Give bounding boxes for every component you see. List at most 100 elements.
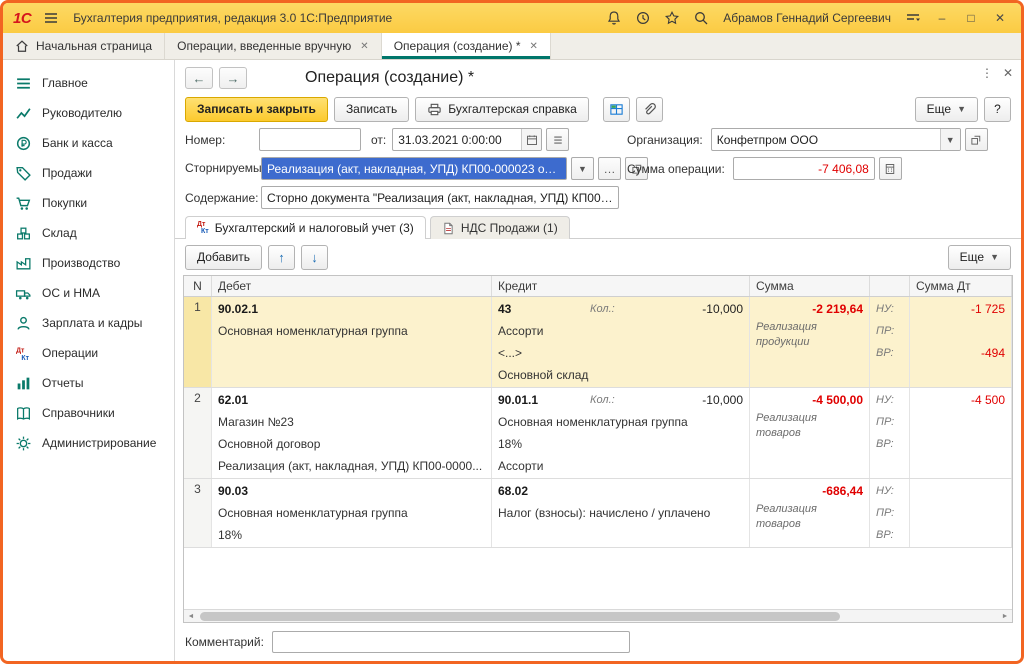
organization-combo[interactable]: Конфетпром ООО ▼ — [711, 128, 961, 151]
show-postings-button[interactable] — [603, 97, 630, 122]
operations-icon: ДтКт — [15, 345, 32, 362]
add-row-label: Добавить — [197, 250, 250, 264]
history-icon[interactable] — [632, 7, 654, 29]
tax-flags-cell: НУ: ПР: ВР: — [870, 388, 910, 478]
scroll-thumb[interactable] — [200, 612, 840, 621]
paperclip-icon — [642, 102, 657, 117]
sidebar-item-production[interactable]: Производство — [3, 248, 174, 278]
more-button[interactable]: Еще▼ — [915, 97, 978, 122]
attachments-button[interactable] — [636, 97, 663, 122]
sidebar-item-operations[interactable]: ДтКт Операции — [3, 338, 174, 368]
tab-close-icon[interactable]: ✕ — [360, 41, 368, 52]
sum-cell: -686,44 Реализация товаров — [750, 479, 870, 547]
comment-input[interactable] — [272, 631, 630, 653]
table-row[interactable]: 3 90.03 Основная номенклатурная группа 1… — [184, 479, 1012, 548]
content-input[interactable]: Сторно документа "Реализация (акт, накла… — [261, 186, 619, 209]
form-close-icon[interactable]: ✕ — [1003, 66, 1013, 80]
more-label: Еще — [927, 102, 951, 116]
sidebar-item-label: Производство — [42, 256, 120, 270]
save-button[interactable]: Записать — [334, 97, 409, 122]
header-credit[interactable]: Кредит — [492, 276, 750, 296]
favorites-star-icon[interactable] — [661, 7, 683, 29]
tab-close-icon[interactable]: ✕ — [530, 41, 538, 52]
comment-row: Комментарий: — [175, 623, 1021, 661]
organization-label: Организация: — [627, 133, 703, 147]
detail-tabs: ДтКт Бухгалтерский и налоговый учет (3) … — [175, 211, 1021, 239]
service-menu-icon[interactable] — [902, 7, 924, 29]
sidebar-item-purchases[interactable]: Покупки — [3, 188, 174, 218]
table-row[interactable]: 2 62.01 Магазин №23 Основной договор Реа… — [184, 388, 1012, 479]
tab-label: Операции, введенные вручную — [177, 39, 351, 53]
document-icon — [442, 222, 455, 235]
header-sum-dt[interactable]: Сумма Дт — [910, 276, 1012, 296]
close-button[interactable]: ✕ — [989, 8, 1011, 28]
sales-icon — [15, 165, 32, 182]
grid-more-label: Еще — [960, 250, 984, 264]
home-icon — [15, 39, 29, 53]
sidebar-item-reports[interactable]: Отчеты — [3, 368, 174, 398]
storno-dropdown-button[interactable]: ▼ — [571, 157, 594, 180]
tab-operation-create[interactable]: Операция (создание) * ✕ — [382, 33, 551, 59]
form-menu-icon[interactable]: ⋮ — [981, 66, 993, 80]
bank-icon — [15, 135, 32, 152]
operation-amount-label: Сумма операции: — [627, 162, 725, 176]
forward-button[interactable]: → — [219, 67, 247, 89]
organization-open-button[interactable] — [965, 128, 988, 151]
search-icon[interactable] — [690, 7, 712, 29]
header-n[interactable]: N — [184, 276, 212, 296]
move-up-button[interactable]: ↑ — [268, 245, 295, 270]
storno-choose-button[interactable]: … — [598, 157, 621, 180]
table-row[interactable]: 1 90.02.1 Основная номенклатурная группа… — [184, 297, 1012, 388]
chevron-down-icon[interactable]: ▼ — [940, 129, 960, 150]
sidebar-item-bank-cash[interactable]: Банк и касса — [3, 128, 174, 158]
sidebar-item-sales[interactable]: Продажи — [3, 158, 174, 188]
scroll-track[interactable] — [198, 610, 998, 622]
back-button[interactable]: ← — [185, 67, 213, 89]
sidebar-item-label: Главное — [42, 76, 88, 90]
maximize-button[interactable]: □ — [960, 8, 982, 28]
tab-vat-sales[interactable]: НДС Продажи (1) — [430, 216, 570, 239]
grid-more-button[interactable]: Еще▼ — [948, 245, 1011, 270]
date-label: от: — [371, 133, 386, 147]
operation-amount-input[interactable]: -7 406,08 — [733, 157, 875, 180]
tab-home[interactable]: Начальная страница — [3, 33, 165, 59]
sidebar-item-salary-staff[interactable]: Зарплата и кадры — [3, 308, 174, 338]
calculator-icon[interactable] — [879, 157, 902, 180]
number-input[interactable] — [259, 128, 361, 151]
hamburger-menu-icon[interactable] — [40, 7, 62, 29]
minimize-button[interactable]: – — [931, 8, 953, 28]
sidebar-item-fixed-assets[interactable]: ОС и НМА — [3, 278, 174, 308]
add-row-button[interactable]: Добавить — [185, 245, 262, 270]
sidebar-item-label: Справочники — [42, 406, 115, 420]
horizontal-scrollbar[interactable]: ◄ ► — [184, 609, 1012, 622]
assets-icon — [15, 285, 32, 302]
header-sum[interactable]: Сумма — [750, 276, 870, 296]
scroll-right-icon[interactable]: ► — [998, 613, 1012, 620]
move-down-button[interactable]: ↓ — [301, 245, 328, 270]
sidebar-item-main[interactable]: Главное — [3, 68, 174, 98]
sidebar-item-catalogs[interactable]: Справочники — [3, 398, 174, 428]
save-and-close-button[interactable]: Записать и закрыть — [185, 97, 328, 122]
accounting-reference-button[interactable]: Бухгалтерская справка — [415, 97, 589, 122]
tab-manual-operations[interactable]: Операции, введенные вручную ✕ — [165, 33, 382, 59]
catalogs-icon — [15, 405, 32, 422]
debit-cell: 90.03 Основная номенклатурная группа 18% — [212, 479, 492, 547]
main-icon — [15, 75, 32, 92]
date-input[interactable]: 31.03.2021 0:00:00 — [392, 128, 542, 151]
sidebar-item-warehouse[interactable]: Склад — [3, 218, 174, 248]
storno-document-input[interactable]: Реализация (акт, накладная, УПД) КП00-00… — [261, 157, 567, 180]
tax-flags-cell: НУ: ПР: ВР: — [870, 479, 910, 547]
sidebar-item-label: Банк и касса — [42, 136, 113, 150]
current-user[interactable]: Абрамов Геннадий Сергеевич — [723, 11, 891, 25]
scroll-left-icon[interactable]: ◄ — [184, 613, 198, 620]
sidebar-item-manager[interactable]: Руководителю — [3, 98, 174, 128]
header-tax-flags[interactable] — [870, 276, 910, 296]
date-list-button[interactable] — [546, 128, 569, 151]
calendar-icon[interactable] — [521, 129, 541, 150]
header-debit[interactable]: Дебет — [212, 276, 492, 296]
notifications-bell-icon[interactable] — [603, 7, 625, 29]
number-label: Номер: — [185, 133, 233, 147]
sidebar-item-administration[interactable]: Администрирование — [3, 428, 174, 458]
tab-accounting-tax[interactable]: ДтКт Бухгалтерский и налоговый учет (3) — [185, 216, 426, 239]
help-button[interactable]: ? — [984, 97, 1011, 122]
